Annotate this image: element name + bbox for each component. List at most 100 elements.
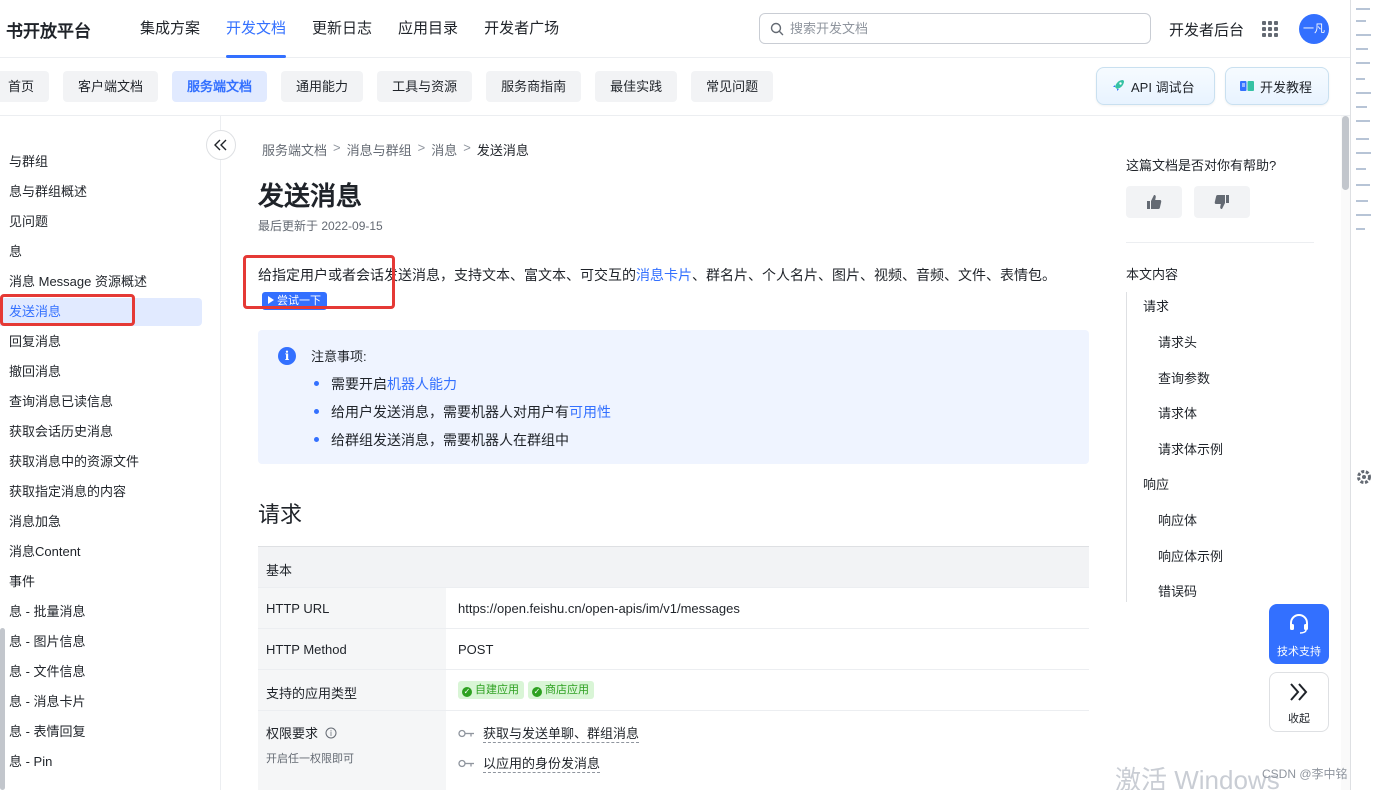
perm-text[interactable]: 获取与发送单聊、群组消息 (483, 723, 640, 743)
sidebar-item-messages-groups[interactable]: 与群组 (9, 148, 48, 176)
sidebar-item-content[interactable]: 消息Content (9, 538, 81, 566)
sidebar-item-history[interactable]: 获取会话历史消息 (9, 418, 113, 446)
sidebar-item-card[interactable]: 息 - 消息卡片 (9, 688, 86, 716)
sidebar-item-faq[interactable]: 见问题 (9, 208, 48, 236)
sidebar-item-urgent[interactable]: 消息加急 (9, 508, 61, 536)
page-scrollbar-thumb[interactable] (1342, 116, 1349, 190)
tech-support-button[interactable]: 技术支持 (1269, 604, 1329, 664)
perm-item: 以应用的身份发消息 (458, 753, 1077, 773)
play-icon (268, 296, 274, 304)
nav-app-directory[interactable]: 应用目录 (385, 0, 471, 58)
sidebar-item-file[interactable]: 息 - 文件信息 (9, 658, 86, 686)
nav-changelog[interactable]: 更新日志 (299, 0, 385, 58)
breadcrumb-send-message: 发送消息 (476, 143, 529, 158)
nav-dev-square[interactable]: 开发者广场 (471, 0, 572, 58)
double-chevron-right-icon (1290, 683, 1308, 701)
page-scrollbar[interactable] (1341, 116, 1350, 790)
tab-tools-resources[interactable]: 工具与资源 (377, 71, 473, 102)
windows-watermark: 激活 Windows (1115, 765, 1280, 790)
collapse-panel-button[interactable]: 收起 (1269, 672, 1329, 732)
double-chevron-left-icon (214, 139, 227, 151)
sidebar-item-message-content[interactable]: 获取指定消息的内容 (9, 478, 126, 506)
tab-client-docs[interactable]: 客户端文档 (63, 71, 159, 102)
toc-item-request-body-example[interactable]: 请求体示例 (1158, 439, 1223, 458)
perm-text[interactable]: 以应用的身份发消息 (483, 753, 601, 773)
sidebar-item-pin[interactable]: 息 - Pin (9, 748, 52, 776)
thumbs-down-button[interactable] (1194, 186, 1250, 218)
tag-store-app: ✓ 商店应用 (528, 681, 594, 699)
brand-logo-text[interactable]: 书开放平台 (6, 17, 91, 42)
perm-cell: 权限要求 i 开启任一权限即可 (258, 710, 446, 790)
tab-best-practices[interactable]: 最佳实践 (595, 71, 678, 102)
table-row: HTTP URL https://open.feishu.cn/open-api… (258, 587, 1089, 629)
thumbs-up-button[interactable] (1126, 186, 1182, 218)
search-box[interactable] (759, 13, 1151, 44)
toc-item-request-body[interactable]: 请求体 (1158, 403, 1197, 422)
sidebar-item-reaction[interactable]: 息 - 表情回复 (9, 718, 86, 746)
sidebar-item-resource-file[interactable]: 获取消息中的资源文件 (9, 448, 139, 476)
sidebar-item-message-resource[interactable]: 消息 Message 资源概述 (9, 268, 147, 296)
avatar[interactable]: 一凡 (1299, 14, 1329, 44)
notice-item: 给群组发送消息，需要机器人在群组中 (314, 432, 569, 448)
helpful-question: 这篇文档是否对你有帮助? (1126, 158, 1277, 173)
sub-nav: 首页 客户端文档 服务端文档 通用能力 工具与资源 服务商指南 最佳实践 常见问… (0, 58, 1350, 116)
search-input[interactable] (790, 21, 1130, 36)
search-icon (770, 22, 784, 35)
dev-console-link[interactable]: 开发者后台 (1169, 19, 1244, 40)
collapse-sidebar-button[interactable] (206, 130, 236, 160)
sidebar-item-read-info[interactable]: 查询消息已读信息 (9, 388, 113, 416)
breadcrumb-messages-groups[interactable]: 消息与群组 (347, 140, 412, 159)
api-console-button[interactable]: API 调试台 (1096, 67, 1215, 105)
api-console-label: API 调试台 (1131, 79, 1195, 95)
tab-server-docs[interactable]: 服务端文档 (172, 71, 268, 102)
toc-item-request[interactable]: 请求 (1143, 296, 1169, 315)
rocket-icon (1110, 78, 1126, 94)
breadcrumb-message[interactable]: 消息 (431, 140, 457, 159)
sidebar-item-overview[interactable]: 息与群组概述 (9, 178, 87, 206)
dev-tutorial-button[interactable]: 开发教程 (1225, 67, 1329, 105)
notice-title: 注意事项: (311, 349, 367, 364)
nav-integration[interactable]: 集成方案 (127, 0, 213, 58)
toc-item-response-body[interactable]: 响应体 (1158, 510, 1197, 529)
tab-home[interactable]: 首页 (0, 71, 50, 102)
gear-icon[interactable] (1355, 468, 1373, 486)
tab-isv-guide[interactable]: 服务商指南 (486, 71, 582, 102)
availability-link[interactable]: 可用性 (569, 404, 611, 420)
book-icon (1239, 78, 1255, 94)
check-icon: ✓ (532, 687, 542, 697)
dev-tutorial-label: 开发教程 (1260, 79, 1313, 95)
tag-custom-app: ✓ 自建应用 (458, 681, 524, 699)
try-it-button[interactable]: 尝试一下 (262, 292, 327, 310)
divider (1126, 242, 1314, 243)
toc-item-error-codes[interactable]: 错误码 (1158, 581, 1197, 600)
toc-item-response[interactable]: 响应 (1143, 474, 1169, 493)
sidebar-item-message[interactable]: 息 (9, 238, 22, 266)
bot-capability-link[interactable]: 机器人能力 (387, 376, 457, 392)
intro-paragraph: 给指定用户或者会话发送消息，支持文本、富文本、可交互的消息卡片、群名片、个人名片… (258, 262, 1094, 314)
help-circle-icon[interactable]: i (325, 727, 337, 739)
sidebar-item-recall-message[interactable]: 撤回消息 (9, 358, 61, 386)
toc-item-request-header[interactable]: 请求头 (1158, 332, 1197, 351)
left-sidebar: 与群组 息与群组概述 见问题 息 消息 Message 资源概述 发送消息 回复… (0, 116, 221, 790)
sidebar-item-batch[interactable]: 息 - 批量消息 (9, 598, 86, 626)
breadcrumb-server-docs[interactable]: 服务端文档 (262, 140, 327, 159)
toc-item-query-params[interactable]: 查询参数 (1158, 368, 1210, 387)
apps-grid-icon[interactable] (1262, 21, 1278, 37)
toc-item-response-body-example[interactable]: 响应体示例 (1158, 546, 1223, 565)
sidebar-item-image[interactable]: 息 - 图片信息 (9, 628, 86, 656)
thumbs-down-icon (1214, 195, 1229, 209)
tab-common-capabilities[interactable]: 通用能力 (281, 71, 364, 102)
sidebar-item-events[interactable]: 事件 (9, 568, 35, 596)
sidebar-item-send-message[interactable]: 发送消息 (0, 298, 202, 326)
try-it-label: 尝试一下 (277, 295, 321, 307)
message-card-link[interactable]: 消息卡片 (636, 267, 692, 283)
nav-dev-docs[interactable]: 开发文档 (213, 0, 299, 58)
sidebar-scrollbar[interactable] (0, 628, 5, 790)
headset-icon (1290, 614, 1308, 634)
collapse-label: 收起 (1288, 713, 1310, 725)
app-type-label: 支持的应用类型 (258, 669, 446, 711)
sidebar-item-reply-message[interactable]: 回复消息 (9, 328, 61, 356)
request-table: 基本 HTTP URL https://open.feishu.cn/open-… (258, 546, 1089, 790)
tab-faq[interactable]: 常见问题 (691, 71, 774, 102)
intro-text: 给指定用户或者会话发送消息，支持文本、富文本、可交互的 (258, 267, 636, 283)
